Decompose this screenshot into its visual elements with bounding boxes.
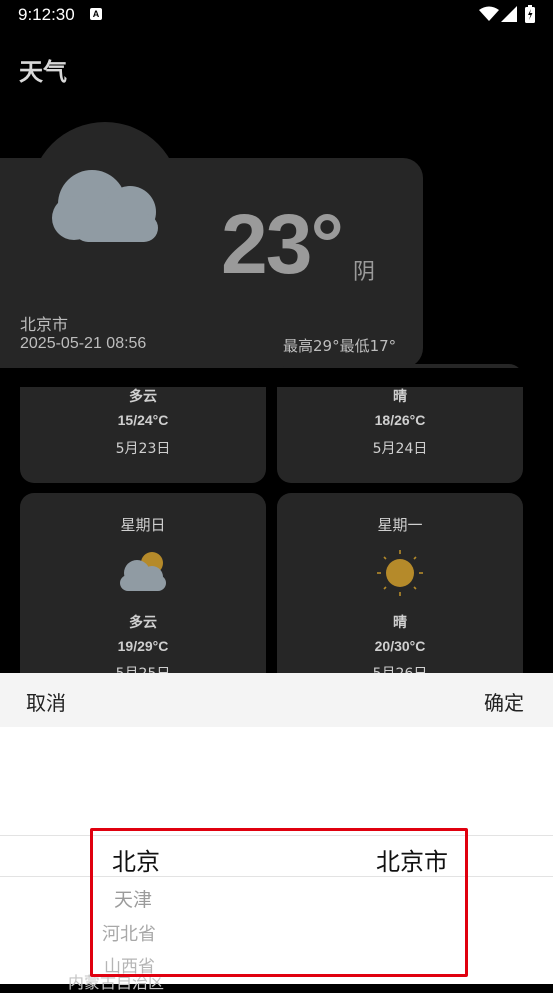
forecast-date: 5月23日 bbox=[115, 441, 171, 457]
scroll-mask bbox=[20, 368, 530, 387]
cancel-button[interactable]: 取消 bbox=[26, 687, 66, 716]
forecast-condition: 晴 bbox=[393, 389, 407, 405]
city-name[interactable]: 北京市 bbox=[20, 311, 68, 335]
temperature-range: 最高29°最低17° bbox=[283, 337, 397, 355]
forecast-condition: 晴 bbox=[393, 615, 407, 631]
forecast-weekday: 星期一 bbox=[377, 516, 423, 534]
app-title: 天气 bbox=[19, 58, 67, 86]
forecast-temp-range: 20/30°C bbox=[374, 638, 426, 654]
forecast-temp-range: 18/26°C bbox=[374, 412, 426, 428]
forecast-condition: 多云 bbox=[129, 615, 157, 631]
current-condition: 阴 bbox=[353, 260, 376, 285]
forecast-card[interactable]: 星期日 多云 19/29°C 5月25日 bbox=[20, 493, 266, 693]
current-temperature: 23° bbox=[221, 197, 344, 291]
confirm-button[interactable]: 确定 bbox=[484, 687, 524, 716]
status-time: 9:12:30 bbox=[18, 5, 75, 24]
update-time: 2025-05-21 08:56 bbox=[20, 335, 147, 352]
forecast-temp-range: 19/29°C bbox=[117, 638, 169, 654]
city-picker-sheet: 取消 确定 内蒙古自治区 北京 北京市 天津 河北省 山西省 bbox=[0, 673, 553, 992]
sun-icon bbox=[377, 550, 423, 596]
forecast-condition: 多云 bbox=[129, 389, 157, 405]
picker-header: 取消 确定 bbox=[0, 673, 553, 727]
cloud-icon bbox=[52, 170, 158, 242]
wifi-icon bbox=[479, 6, 499, 21]
partly-cloudy-icon bbox=[120, 552, 166, 591]
highlight-box bbox=[90, 828, 468, 977]
notification-a-icon: A bbox=[90, 8, 102, 20]
battery-icon bbox=[525, 5, 535, 23]
forecast-card[interactable]: 星期一 晴 20/30°C 5月26日 bbox=[277, 493, 523, 693]
forecast-temp-range: 15/24°C bbox=[117, 412, 169, 428]
status-bar: 9:12:30 A bbox=[0, 0, 553, 30]
signal-icon bbox=[501, 6, 517, 22]
forecast-date: 5月24日 bbox=[372, 441, 428, 457]
forecast-weekday: 星期日 bbox=[120, 516, 166, 534]
